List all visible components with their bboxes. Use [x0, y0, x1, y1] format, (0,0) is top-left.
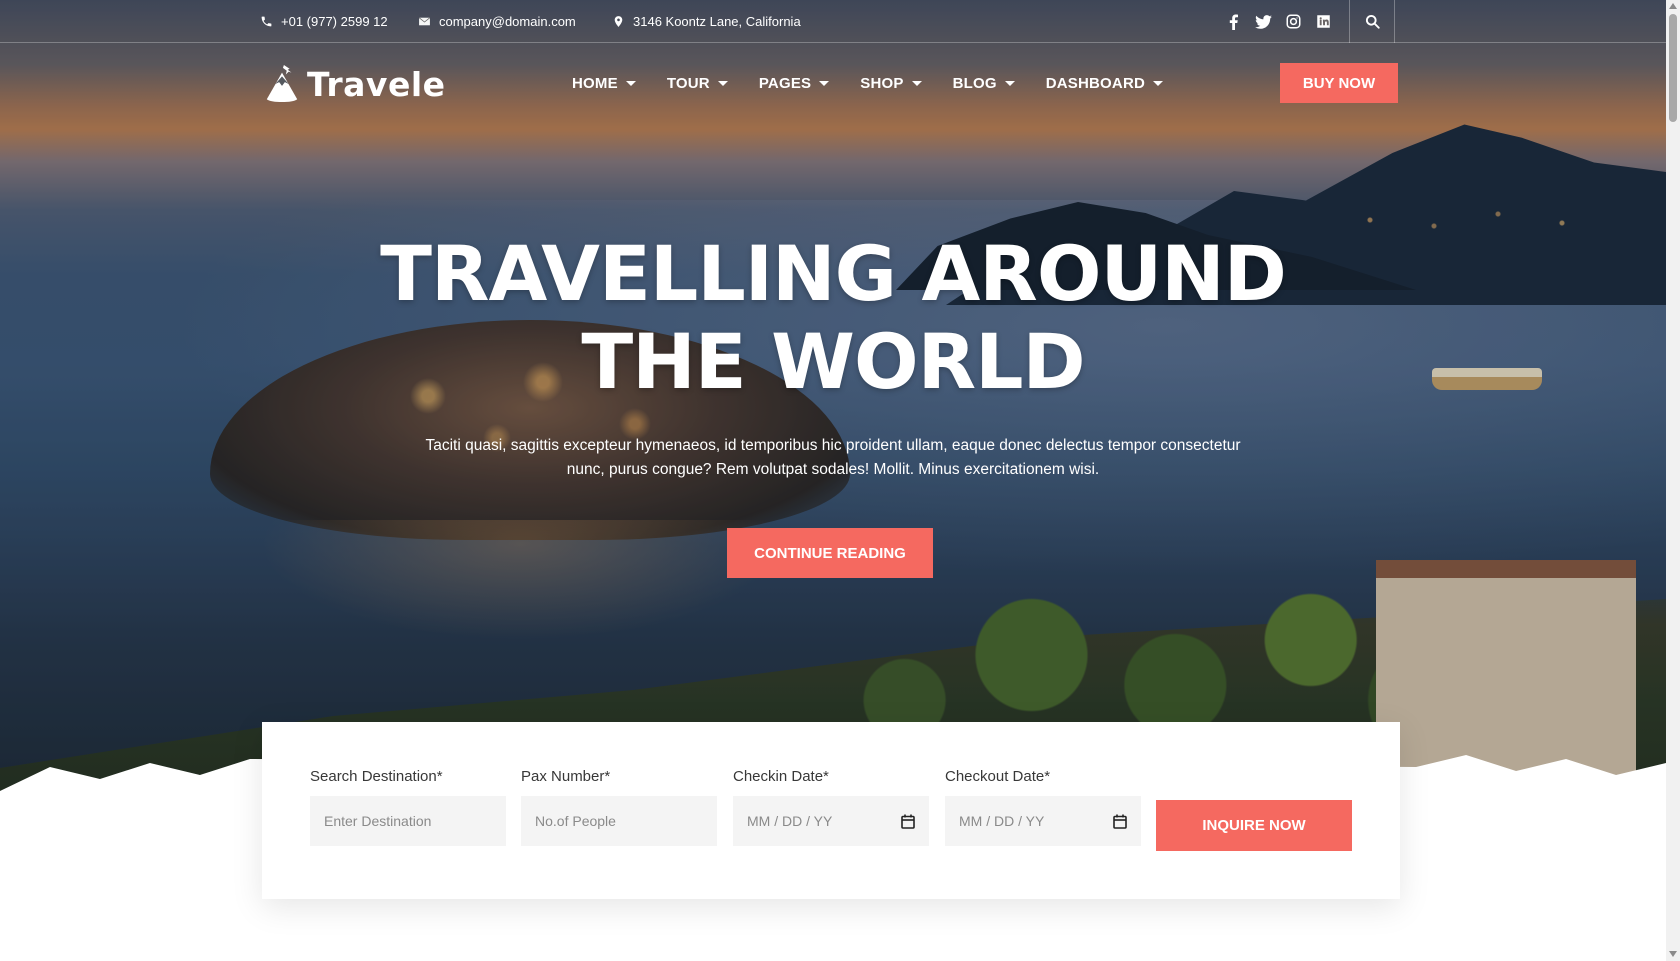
destination-input[interactable] — [324, 813, 492, 829]
checkin-input-box[interactable]: MM / DD / YY — [733, 796, 929, 846]
instagram-icon[interactable] — [1278, 0, 1308, 43]
nav-item-home[interactable]: HOME — [572, 75, 636, 92]
nav-item-label: PAGES — [758, 74, 812, 92]
caret-down-icon — [819, 80, 830, 86]
destination-input-box[interactable] — [310, 796, 506, 846]
nav-item-shop[interactable]: SHOP — [860, 74, 922, 92]
inquiry-form: Search Destination* Pax Number* Checkin … — [262, 722, 1400, 899]
hero-title-line2: THE WORLD — [581, 317, 1085, 406]
phone-text: +01 (977) 2599 12 — [281, 14, 388, 29]
contact-email[interactable]: company@domain.com — [418, 0, 576, 43]
caret-down-icon — [1153, 80, 1164, 86]
caret-down-icon — [1004, 80, 1015, 86]
caret-down-icon — [625, 80, 636, 86]
search-button[interactable] — [1349, 0, 1395, 43]
nav-item-label: HOME — [572, 74, 618, 92]
scroll-up-arrow-icon[interactable] — [1669, 3, 1677, 9]
map-pin-icon — [614, 16, 623, 27]
checkout-field: Checkout Date* MM / DD / YY — [945, 768, 1141, 846]
scroll-down-arrow-icon[interactable] — [1669, 951, 1677, 957]
checkin-placeholder: MM / DD / YY — [747, 813, 833, 829]
pax-input-box[interactable] — [521, 796, 717, 846]
main-nav: HOME TOUR PAGES SHOP BLOG DASHBOARD — [572, 66, 1194, 100]
checkin-field: Checkin Date* MM / DD / YY — [733, 768, 929, 846]
search-icon — [1365, 14, 1380, 29]
nav-item-label: TOUR — [666, 74, 710, 92]
caret-down-icon — [717, 80, 728, 86]
destination-field: Search Destination* — [310, 768, 506, 846]
nav-item-label: DASHBOARD — [1045, 74, 1146, 92]
brand-name: Travele — [307, 64, 446, 104]
destination-label: Search Destination* — [310, 768, 443, 785]
hero-description-line2: nunc, purus congue? Rem volutpat sodales… — [566, 461, 1100, 478]
scrollbar-thumb[interactable] — [1669, 14, 1677, 122]
pax-field: Pax Number* — [521, 768, 717, 846]
mountain-plane-logo-icon — [266, 65, 298, 103]
hero-description-line1: Taciti quasi, sagittis excepteur hymenae… — [425, 437, 1241, 454]
nav-item-blog[interactable]: BLOG — [953, 75, 1015, 92]
calendar-icon[interactable] — [901, 814, 915, 829]
twitter-icon[interactable] — [1248, 0, 1278, 43]
linkedin-icon[interactable] — [1308, 0, 1338, 43]
inquire-now-button[interactable]: INQUIRE NOW — [1156, 800, 1352, 851]
envelope-icon — [418, 17, 431, 26]
nav-item-dashboard[interactable]: DASHBOARD — [1045, 74, 1164, 92]
phone-icon — [261, 16, 272, 27]
site-logo[interactable]: Travele — [263, 62, 446, 106]
hero-description: Taciti quasi, sagittis excepteur hymenae… — [405, 434, 1261, 482]
nav-item-label: BLOG — [952, 74, 997, 92]
checkout-input-box[interactable]: MM / DD / YY — [945, 796, 1141, 846]
nav-item-tour[interactable]: TOUR — [667, 75, 728, 92]
checkout-label: Checkout Date* — [945, 768, 1051, 785]
contact-address: 3146 Koontz Lane, California — [612, 0, 801, 43]
hero-title-line1: TRAVELLING AROUND — [380, 229, 1287, 318]
contact-phone[interactable]: +01 (977) 2599 12 — [260, 0, 388, 43]
continue-reading-button[interactable]: CONTINUE READING — [727, 528, 933, 578]
buy-now-button[interactable]: BUY NOW — [1280, 63, 1398, 103]
page-scrollbar[interactable] — [1666, 0, 1680, 961]
caret-down-icon — [911, 80, 922, 86]
address-text: 3146 Koontz Lane, California — [633, 14, 801, 29]
checkin-label: Checkin Date* — [733, 768, 829, 785]
top-bar: +01 (977) 2599 12 company@domain.com 314… — [0, 0, 1666, 43]
pax-label: Pax Number* — [521, 768, 611, 785]
facebook-icon[interactable] — [1218, 0, 1248, 43]
nav-item-label: SHOP — [860, 74, 904, 92]
email-text: company@domain.com — [439, 14, 576, 29]
nav-item-pages[interactable]: PAGES — [758, 74, 830, 92]
social-links — [1218, 0, 1338, 43]
calendar-icon[interactable] — [1113, 814, 1127, 829]
checkout-placeholder: MM / DD / YY — [959, 813, 1045, 829]
pax-input[interactable] — [535, 813, 703, 829]
hero-title: TRAVELLING AROUND THE WORLD — [0, 230, 1666, 406]
